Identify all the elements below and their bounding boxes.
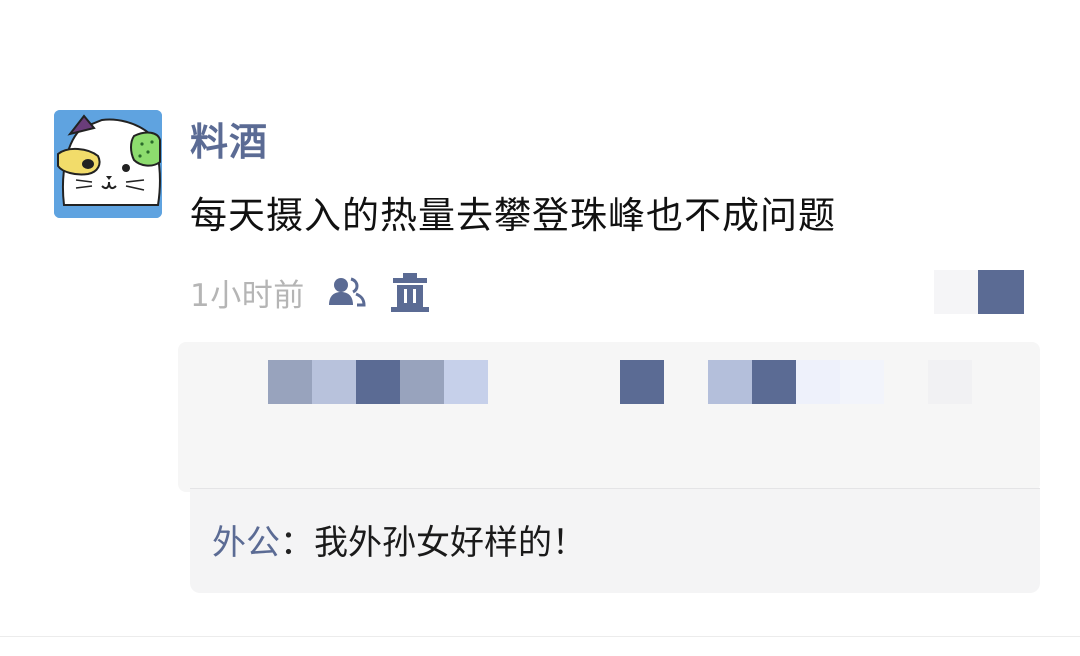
post-text: 每天摄入的热量去攀登珠峰也不成问题	[190, 194, 836, 237]
post-author[interactable]: 料酒	[190, 116, 268, 168]
trash-icon[interactable]	[389, 271, 431, 313]
comment-separator: ：	[280, 523, 314, 563]
cat-avatar-icon	[54, 110, 162, 218]
comment-text: 我外孙女好样的！	[314, 523, 586, 563]
post-timestamp: 1小时前	[190, 277, 305, 314]
pixelated-likes-mosaic	[268, 360, 972, 404]
comments-box: 外公：我外孙女好样的！	[190, 488, 1040, 593]
comment-author[interactable]: 外公	[212, 523, 280, 563]
post-meta: 1小时前	[190, 268, 431, 316]
bottom-divider	[0, 636, 1080, 637]
more-actions-icon[interactable]	[934, 270, 1024, 314]
user-avatar[interactable]	[54, 110, 162, 218]
people-icon[interactable]	[327, 275, 367, 309]
moments-post: 料酒 每天摄入的热量去攀登珠峰也不成问题 1小时前 外公：我外孙女好样的！	[0, 0, 1080, 656]
comment-item[interactable]: 外公：我外孙女好样的！	[212, 519, 586, 567]
